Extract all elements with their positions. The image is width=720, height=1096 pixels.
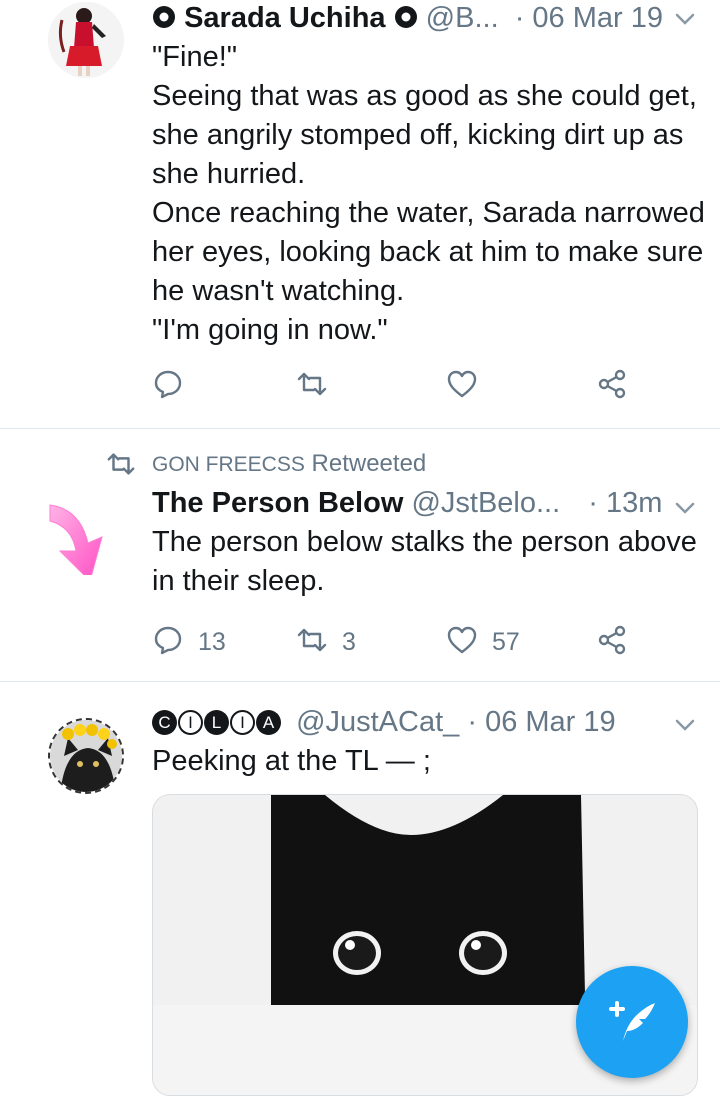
reply-button[interactable] [152, 366, 184, 406]
share-button[interactable] [596, 622, 628, 662]
compose-tweet-button[interactable] [576, 966, 688, 1078]
tweet-header: The Person Below @JstBelo... · 13m [152, 485, 662, 521]
tweet-text: "Fine!" Seeing that was as good as she c… [152, 41, 705, 346]
retweet-button[interactable]: 3 [296, 622, 356, 662]
retweet-count: 3 [342, 627, 356, 656]
retweet-icon [296, 624, 328, 661]
like-button[interactable] [446, 366, 478, 406]
heart-icon [446, 624, 478, 661]
reply-count: 13 [198, 627, 226, 656]
display-name[interactable]: CILIA [152, 706, 290, 738]
name-badge-letter: C [152, 710, 177, 735]
share-button[interactable] [596, 366, 628, 406]
tweet-header: Sarada Uchiha @B... · 06 Mar 19 [152, 0, 663, 36]
retweeted-by[interactable]: GON FREECSS Retweeted [152, 450, 426, 478]
share-icon [596, 624, 628, 661]
tweet-text: The person below stalks the person above… [152, 526, 697, 597]
name-badge-letter: L [204, 710, 229, 735]
chevron-down-icon[interactable] [674, 714, 696, 736]
like-button[interactable]: 57 [446, 622, 520, 662]
name-badge-letter: I [230, 710, 255, 735]
reply-button[interactable]: 13 [152, 622, 226, 662]
tweet-actions [152, 366, 632, 406]
chevron-down-icon[interactable] [674, 497, 696, 519]
reply-icon [152, 368, 184, 405]
user-handle[interactable]: @B... [426, 2, 499, 34]
verified-gear-icon [394, 2, 418, 28]
tweet-header: CILIA @JustACat_ · 06 Mar 19 [152, 704, 616, 740]
tweet-text: Peeking at the TL — ; [152, 745, 431, 777]
like-count: 57 [492, 627, 520, 656]
user-handle[interactable]: @JstBelo... [411, 487, 560, 519]
tweet-actions: 13 3 57 [152, 622, 632, 662]
timestamp[interactable]: · 06 Mar 19 [515, 2, 663, 34]
retweet-icon [106, 449, 136, 479]
avatar[interactable] [48, 2, 124, 78]
tweet-1[interactable]: Sarada Uchiha @B... · 06 Mar 19 "Fine!" … [0, 0, 720, 428]
reply-icon [152, 624, 184, 661]
timestamp[interactable]: · 13m [588, 487, 662, 519]
user-handle[interactable]: @JustACat_ [296, 706, 459, 738]
retweeted-label: Retweeted [311, 450, 427, 477]
avatar[interactable] [48, 718, 124, 794]
tweet-2[interactable]: GON FREECSS Retweeted The Person Below @… [0, 429, 720, 681]
name-badge-letter: I [178, 710, 203, 735]
retweeter-name: GON FREECSS [152, 453, 305, 476]
share-icon [596, 368, 628, 405]
display-name[interactable]: Sarada Uchiha [184, 2, 385, 34]
chevron-down-icon[interactable] [674, 8, 696, 30]
heart-icon [446, 368, 478, 405]
avatar[interactable] [46, 499, 122, 575]
timestamp[interactable]: · 06 Mar 19 [467, 706, 615, 738]
retweet-icon [296, 368, 328, 405]
verified-gear-icon [152, 2, 176, 28]
retweet-button[interactable] [296, 366, 328, 406]
display-name[interactable]: The Person Below [152, 487, 403, 519]
feather-plus-icon [605, 993, 659, 1052]
name-badge-letter: A [256, 710, 281, 735]
